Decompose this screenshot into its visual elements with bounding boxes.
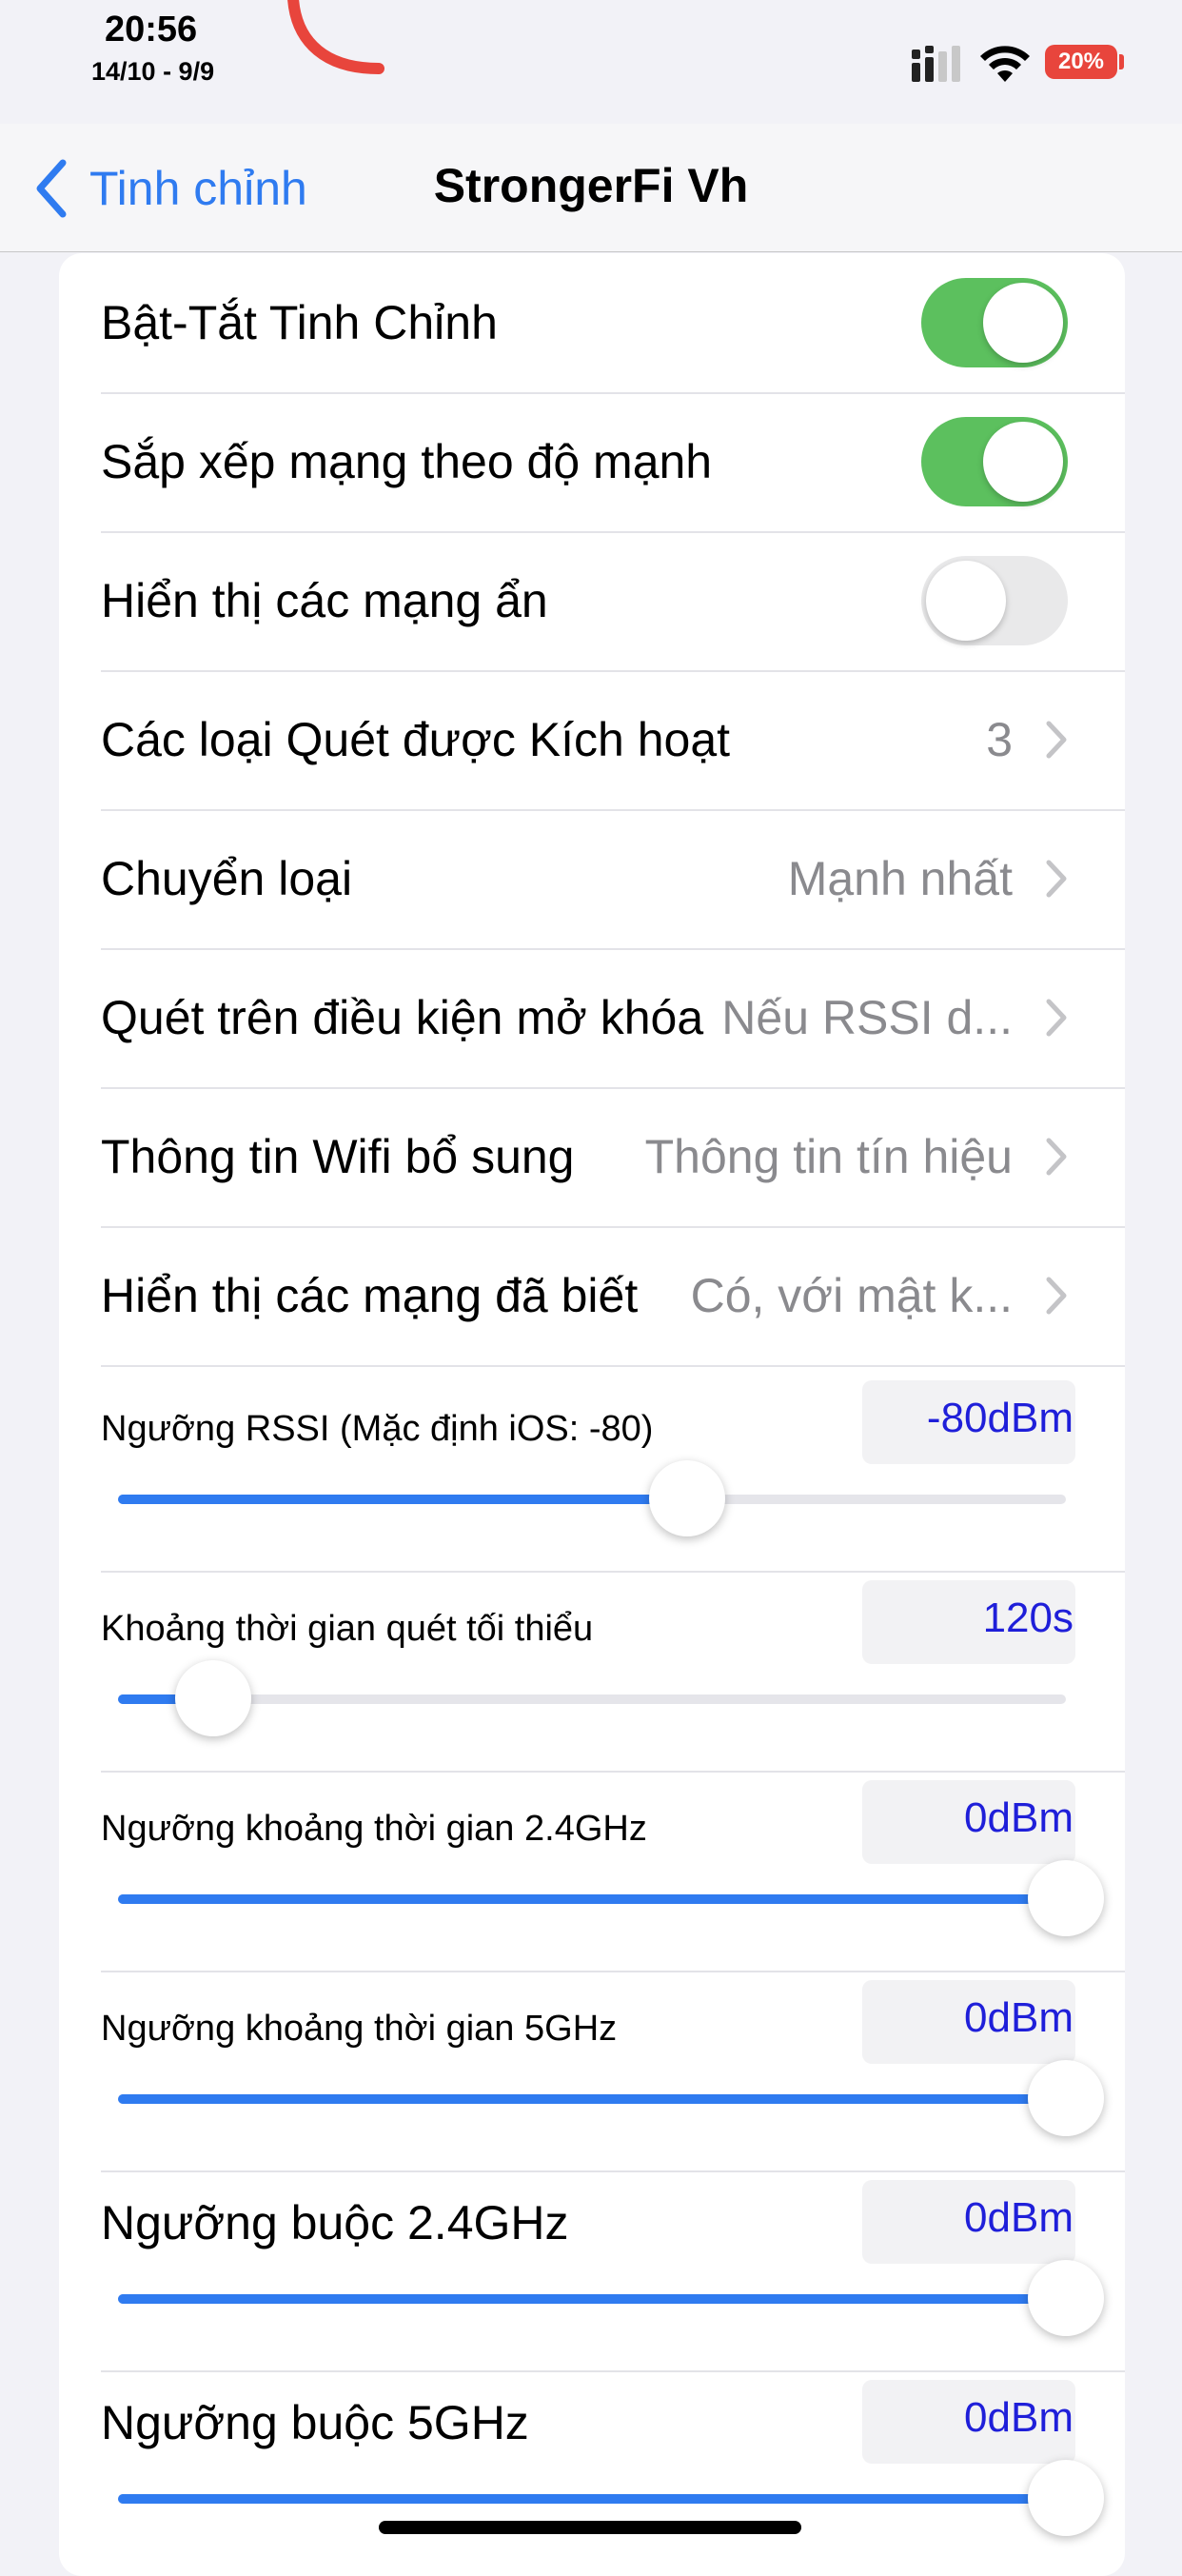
status-date: 14/10 - 9/9	[91, 57, 215, 86]
slider-label: Khoảng thời gian quét tối thiểu	[101, 1609, 594, 1649]
enable-tweak-toggle[interactable]	[921, 278, 1068, 367]
setting-row-enable-tweak: Bật-Tắt Tinh Chỉnh	[101, 253, 1125, 394]
setting-value: Có, với mật k...	[690, 1269, 1013, 1322]
setting-row-extra-wifi-info[interactable]: Thông tin Wifi bổ sung Thông tin tín hiệ…	[101, 1087, 1125, 1228]
slider-row-force-threshold-24ghz: Ngưỡng buộc 2.4GHz 0dBm	[101, 2170, 1125, 2372]
wifi-icon	[980, 46, 1030, 82]
settings-card: Bật-Tắt Tinh Chỉnh Sắp xếp mạng theo độ …	[59, 253, 1125, 2576]
setting-row-scan-types[interactable]: Các loại Quét được Kích hoạt 3	[101, 670, 1125, 811]
slider-row-force-threshold-5ghz: Ngưỡng buộc 5GHz 0dBm	[101, 2370, 1125, 2570]
setting-row-sort-by-strength: Sắp xếp mạng theo độ mạnh	[101, 392, 1125, 533]
slider-value-field[interactable]: 0dBm	[862, 2380, 1075, 2464]
slider-row-interval-threshold-5ghz: Ngưỡng khoảng thời gian 5GHz 0dBm	[101, 1971, 1125, 2172]
setting-label: Chuyển loại	[101, 852, 353, 905]
slider-row-rssi-threshold: Ngưỡng RSSI (Mặc định iOS: -80) -80dBm	[101, 1371, 1125, 1573]
slider-fill	[118, 2494, 1066, 2504]
slider-track[interactable]	[118, 1660, 1066, 1736]
slider-fill	[118, 1894, 1066, 1904]
slider-thumb[interactable]	[1028, 2060, 1104, 2136]
setting-value: 3	[986, 713, 1013, 766]
setting-label: Thông tin Wifi bổ sung	[101, 1130, 575, 1183]
toggle-knob	[926, 561, 1006, 641]
setting-label: Hiển thị các mạng đã biết	[101, 1269, 639, 1322]
slider-fill	[118, 1495, 687, 1504]
slider-value-field[interactable]: -80dBm	[862, 1380, 1075, 1464]
slider-thumb[interactable]	[1028, 1860, 1104, 1936]
slider-track[interactable]	[118, 2460, 1104, 2536]
chevron-right-icon	[1046, 1138, 1067, 1176]
toggle-knob	[983, 422, 1063, 502]
setting-row-show-known-networks[interactable]: Hiển thị các mạng đã biết Có, với mật k.…	[101, 1226, 1125, 1367]
status-time: 20:56	[105, 10, 198, 50]
setting-label: Các loại Quét được Kích hoạt	[101, 713, 731, 766]
slider-thumb[interactable]	[1028, 2260, 1104, 2336]
sort-by-strength-toggle[interactable]	[921, 417, 1068, 506]
setting-label: Quét trên điều kiện mở khóa	[101, 991, 704, 1044]
slider-track[interactable]	[118, 2260, 1104, 2336]
show-hidden-networks-toggle[interactable]	[921, 556, 1068, 645]
setting-row-show-hidden-networks: Hiển thị các mạng ẩn	[101, 531, 1125, 672]
slider-value-field[interactable]: 120s	[862, 1580, 1075, 1664]
battery-indicator: 20%	[1045, 45, 1117, 79]
slider-thumb[interactable]	[1028, 2460, 1104, 2536]
slider-track[interactable]	[118, 1460, 1066, 1536]
slider-label: Ngưỡng khoảng thời gian 2.4GHz	[101, 1809, 647, 1849]
status-bar: 20:56 14/10 - 9/9 20%	[0, 0, 1182, 124]
slider-row-min-scan-interval: Khoảng thời gian quét tối thiểu 120s	[101, 1571, 1125, 1773]
slider-fill	[118, 2094, 1066, 2104]
chevron-right-icon	[1046, 721, 1067, 759]
setting-value: Nếu RSSI d...	[721, 991, 1013, 1044]
navigation-bar: Tinh chỉnh StrongerFi Vh	[0, 124, 1182, 252]
slider-label: Ngưỡng khoảng thời gian 5GHz	[101, 2009, 618, 2049]
chevron-right-icon	[1046, 999, 1067, 1037]
chevron-right-icon	[1046, 860, 1067, 898]
slider-value-field[interactable]: 0dBm	[862, 1980, 1075, 2064]
slider-value-field[interactable]: 0dBm	[862, 2180, 1075, 2264]
slider-label: Ngưỡng buộc 2.4GHz	[101, 2196, 569, 2249]
home-indicator[interactable]	[379, 2521, 801, 2534]
toggle-knob	[983, 283, 1063, 363]
slider-thumb[interactable]	[174, 1660, 251, 1736]
slider-label: Ngưỡng buộc 5GHz	[101, 2396, 529, 2449]
slider-track[interactable]	[118, 2060, 1104, 2136]
chevron-right-icon	[1046, 1277, 1067, 1315]
setting-value: Thông tin tín hiệu	[644, 1130, 1013, 1183]
slider-thumb[interactable]	[648, 1460, 725, 1536]
slider-fill	[118, 2294, 1066, 2304]
setting-label: Sắp xếp mạng theo độ mạnh	[101, 435, 713, 488]
slider-track[interactable]	[118, 1860, 1104, 1936]
page-title: StrongerFi Vh	[0, 158, 1182, 213]
setting-label: Hiển thị các mạng ẩn	[101, 574, 548, 627]
setting-row-scan-on-unlock[interactable]: Quét trên điều kiện mở khóa Nếu RSSI d..…	[101, 948, 1125, 1089]
setting-label: Bật-Tắt Tinh Chỉnh	[101, 296, 498, 349]
setting-value: Mạnh nhất	[787, 852, 1013, 905]
battery-tip	[1119, 54, 1124, 69]
slider-value-field[interactable]: 0dBm	[862, 1780, 1075, 1864]
setting-row-switch-type[interactable]: Chuyển loại Mạnh nhất	[101, 809, 1125, 950]
screen-recording-icon	[287, 0, 384, 74]
slider-label: Ngưỡng RSSI (Mặc định iOS: -80)	[101, 1409, 654, 1449]
page-title-text: StrongerFi Vh	[433, 159, 749, 212]
slider-row-interval-threshold-24ghz: Ngưỡng khoảng thời gian 2.4GHz 0dBm	[101, 1771, 1125, 1972]
cellular-signal-icon	[912, 46, 960, 82]
